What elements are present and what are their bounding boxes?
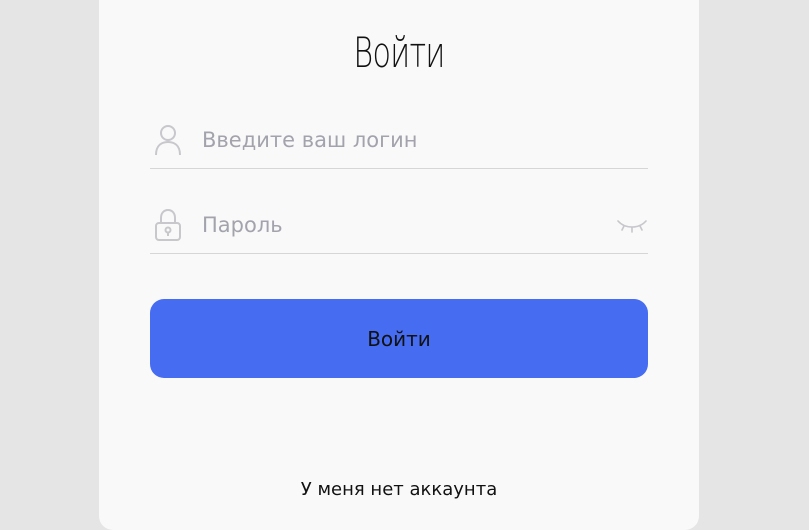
- eye-closed-icon[interactable]: [616, 218, 648, 234]
- no-account-link[interactable]: У меня нет аккаунта: [99, 479, 699, 500]
- lock-icon: [154, 208, 182, 242]
- login-field[interactable]: [150, 119, 648, 169]
- login-button[interactable]: Войти: [150, 299, 648, 378]
- password-input[interactable]: [202, 208, 602, 242]
- password-field[interactable]: [150, 204, 648, 254]
- login-card: Войти Войти: [99, 0, 699, 530]
- login-input[interactable]: [202, 123, 602, 157]
- page-title: Войти: [353, 28, 445, 77]
- user-icon: [154, 123, 182, 157]
